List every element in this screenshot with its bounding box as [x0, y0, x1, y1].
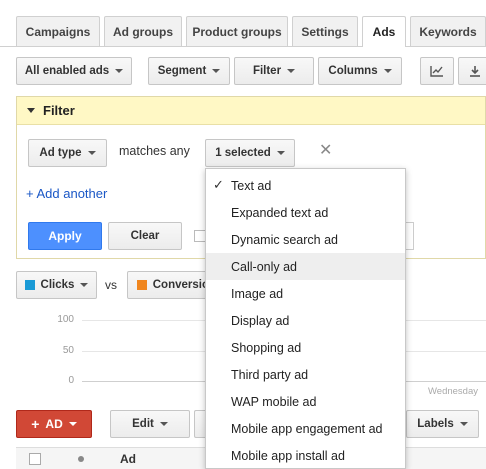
add-another-link[interactable]: + Add another	[26, 186, 107, 201]
edit-dropdown[interactable]: Edit	[110, 410, 190, 438]
tab-divider	[0, 46, 486, 47]
line-chart-icon	[430, 66, 443, 77]
x-axis-label: Wednesday	[428, 386, 478, 397]
chevron-down-icon	[276, 151, 285, 155]
option-text-ad[interactable]: ✓ Text ad	[206, 172, 405, 199]
option-shopping-ad[interactable]: Shopping ad	[206, 334, 405, 361]
option-call-only-ad[interactable]: Call-only ad	[206, 253, 405, 280]
y-tick-50: 50	[62, 345, 74, 356]
columns-dropdown[interactable]: Columns	[318, 57, 402, 85]
chevron-down-icon	[287, 69, 296, 73]
segment-dropdown[interactable]: Segment	[148, 57, 230, 85]
chart-toggle-button[interactable]	[420, 57, 454, 85]
option-display-ad[interactable]: Display ad	[206, 307, 405, 334]
filter-panel-header[interactable]: Filter	[17, 97, 485, 125]
status-filter-dropdown[interactable]: All enabled ads	[16, 57, 132, 85]
vs-label: vs	[105, 278, 117, 292]
tab-settings[interactable]: Settings	[292, 16, 358, 46]
chevron-down-icon	[115, 69, 124, 73]
option-third-party-ad[interactable]: Third party ad	[206, 361, 405, 388]
add-ad-button[interactable]: + AD	[16, 410, 92, 438]
collapse-triangle-icon	[27, 108, 35, 113]
download-icon	[470, 66, 480, 77]
metric1-dropdown[interactable]: Clicks	[16, 271, 97, 299]
option-image-ad[interactable]: Image ad	[206, 280, 405, 307]
download-button[interactable]	[458, 57, 486, 85]
clear-button[interactable]: Clear	[108, 222, 182, 250]
option-expanded-text-ad[interactable]: Expanded text ad	[206, 199, 405, 226]
filter-panel-title: Filter	[43, 103, 75, 118]
option-wap-mobile-ad[interactable]: WAP mobile ad	[206, 388, 405, 415]
metric2-dropdown[interactable]: Conversion	[127, 271, 217, 299]
chevron-down-icon	[87, 151, 96, 155]
apply-button[interactable]: Apply	[28, 222, 102, 250]
chevron-down-icon	[159, 422, 168, 426]
tab-ads[interactable]: Ads	[362, 16, 406, 47]
chevron-down-icon	[212, 69, 221, 73]
clicks-swatch	[24, 280, 35, 290]
tab-keywords[interactable]: Keywords	[410, 16, 486, 46]
tab-campaigns[interactable]: Campaigns	[16, 16, 100, 46]
plus-icon: +	[31, 416, 40, 432]
filter-dropdown[interactable]: Filter	[234, 57, 314, 85]
option-mobile-app-engagement-ad[interactable]: Mobile app engagement ad	[206, 415, 405, 442]
column-header-ad[interactable]: Ad	[120, 452, 136, 466]
filter-value-dropdown[interactable]: 1 selected	[205, 139, 295, 167]
chevron-down-icon	[80, 283, 89, 287]
tab-bar: Campaigns Ad groups Product groups Setti…	[0, 0, 486, 47]
filter-field-dropdown[interactable]: Ad type	[28, 139, 107, 167]
labels-dropdown[interactable]: Labels	[406, 410, 479, 438]
chevron-down-icon	[383, 69, 392, 73]
remove-filter-icon[interactable]: ✕	[319, 140, 332, 160]
y-tick-0: 0	[68, 375, 74, 386]
conversions-swatch	[137, 280, 147, 290]
y-tick-100: 100	[57, 314, 74, 325]
tab-product-groups[interactable]: Product groups	[186, 16, 288, 46]
option-mobile-app-install-ad[interactable]: Mobile app install ad	[206, 442, 405, 469]
checkmark-icon: ✓	[213, 177, 224, 192]
select-all-checkbox[interactable]	[29, 453, 41, 465]
chevron-down-icon	[68, 422, 77, 426]
ad-type-dropdown-menu: ✓ Text ad Expanded text ad Dynamic searc…	[205, 168, 406, 469]
filter-operator-label: matches any	[119, 144, 190, 158]
option-dynamic-search-ad[interactable]: Dynamic search ad	[206, 226, 405, 253]
tab-ad-groups[interactable]: Ad groups	[104, 16, 182, 46]
chevron-down-icon	[459, 422, 468, 426]
status-dot-icon	[78, 456, 84, 462]
